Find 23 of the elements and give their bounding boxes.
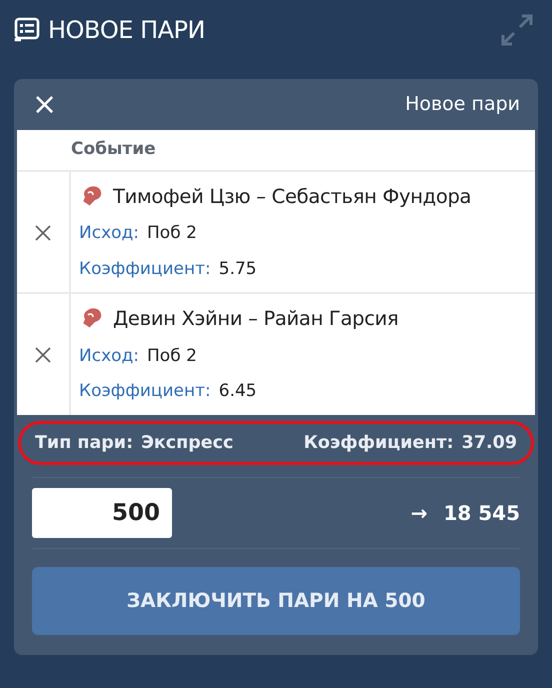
- place-bet-button[interactable]: ЗАКЛЮЧИТЬ ПАРИ НА 500: [32, 566, 520, 635]
- total-odds-value: 37.09: [462, 432, 517, 454]
- close-button[interactable]: ×: [32, 90, 58, 120]
- odds-label: Коэффициент:: [79, 258, 211, 281]
- odds-value: 6.45: [218, 380, 257, 403]
- outcome-value: Поб 2: [147, 344, 197, 368]
- column-header: Событие: [71, 138, 156, 162]
- stake-field[interactable]: 500: [32, 488, 172, 538]
- panel-title: НОВОЕ ПАРИ: [48, 15, 205, 46]
- outcome-label: Исход:: [79, 222, 140, 246]
- outcome-label: Исход:: [79, 344, 140, 368]
- odds-value: 5.75: [218, 258, 257, 281]
- bet-type-label: Тип пари:: [35, 432, 134, 454]
- arrow-icon: →: [410, 498, 428, 528]
- total-odds-label: Коэффициент:: [304, 432, 454, 454]
- event-name: Тимофей Цзю – Себастьян Фундора: [113, 184, 472, 210]
- payout-value: 18 545: [443, 500, 520, 527]
- slip-title: Новое пари: [405, 92, 520, 118]
- odds-label: Коэффициент:: [79, 380, 211, 403]
- bet-type-value: Экспресс: [141, 432, 234, 454]
- list-icon: [14, 17, 40, 43]
- outcome-value: Поб 2: [147, 222, 197, 246]
- event-name: Девин Хэйни – Райан Гарсия: [113, 306, 398, 332]
